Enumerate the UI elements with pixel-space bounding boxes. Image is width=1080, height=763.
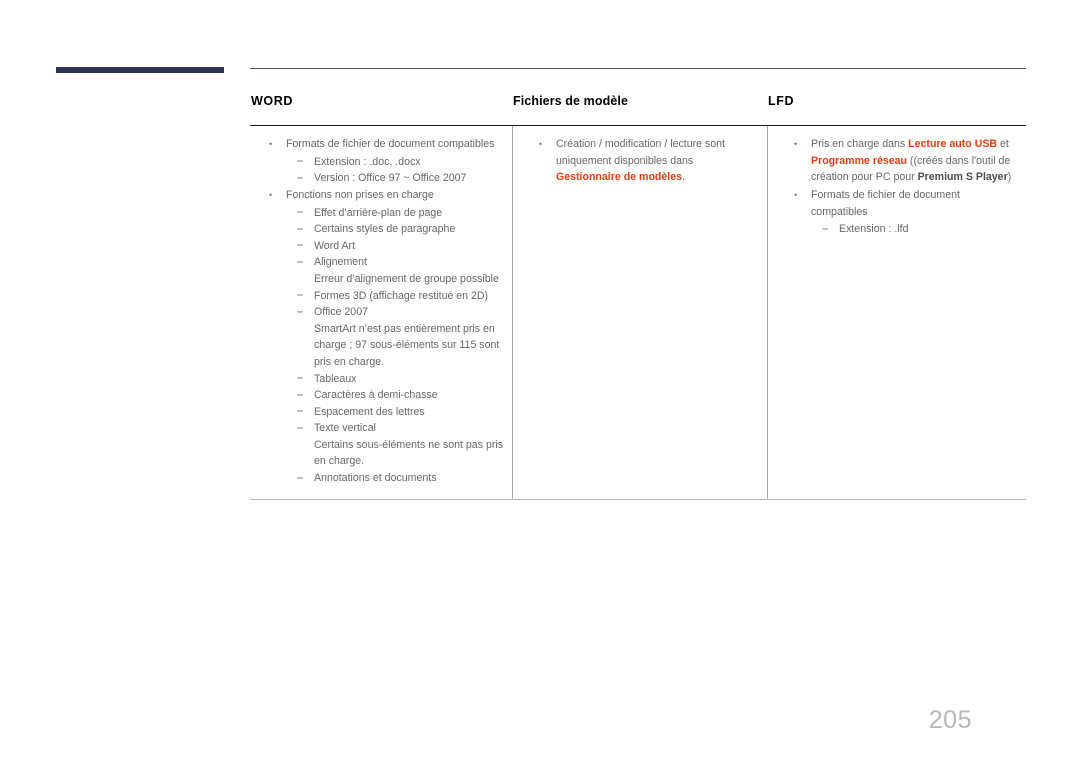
highlight-gestionnaire: Gestionnaire: [556, 171, 621, 184]
list-item-label: Formats de fichier de document compatibl…: [286, 138, 495, 151]
column-header-lfd: LFD: [767, 94, 1026, 109]
cell-word: • Formats de fichier de document compati…: [250, 126, 512, 498]
table-header-row: WORD Fichiers de modèle LFD: [250, 94, 1026, 125]
chapter-marker-bar: [56, 67, 224, 73]
dash-icon: –: [297, 421, 304, 434]
bullet-icon: •: [269, 189, 273, 200]
list-item: – Office 2007: [264, 304, 504, 321]
dash-icon: –: [822, 222, 829, 235]
list-item: – Certains styles de paragraphe: [264, 221, 504, 238]
list-item-label: Formes 3D (affichage restitué en 2D): [314, 289, 489, 302]
dash-icon: –: [297, 171, 304, 184]
dash-icon: –: [297, 305, 304, 318]
list-item-label: Tableaux: [314, 372, 357, 385]
list-item-label: Office 2007: [314, 306, 368, 319]
list-item: – Annotations et documents: [264, 470, 504, 487]
bullet-icon: •: [269, 139, 273, 150]
list-item-label: Fonctions non prises en charge: [286, 188, 434, 201]
highlight-lecture-auto-usb: Lecture auto USB: [908, 138, 998, 151]
highlight-de-modeles: de modèles: [623, 171, 683, 184]
dash-icon: –: [297, 206, 304, 219]
bullet-icon: •: [794, 139, 798, 150]
page-number: 205: [928, 706, 972, 734]
table-bottom-divider: [250, 498, 1026, 500]
list-item-label: Effet d’arrière-plan de page: [314, 206, 443, 219]
dash-icon: –: [297, 405, 304, 418]
list-item-note: Erreur d’alignement de groupe possible: [314, 272, 499, 285]
column-title-template-files: Fichiers de modèle: [513, 94, 629, 108]
bullet-icon: •: [794, 189, 798, 200]
list-item: – Caractères à demi-chasse: [264, 387, 504, 404]
list-item: • Pris en charge dans Lecture auto USB e…: [789, 136, 1018, 186]
list-item-label: Création / modification / lecture sont u…: [556, 138, 725, 183]
list-item: – Version : Office 97 ~ Office 2007: [264, 170, 504, 187]
text-line-1: Création / modification / lecture sont: [556, 138, 725, 151]
list-item: – Extension : .doc, .docx: [264, 154, 504, 171]
bullet-icon: •: [539, 139, 543, 150]
cell-template-files: • Création / modification / lecture sont…: [512, 126, 767, 499]
list-item: – Word Art: [264, 238, 504, 255]
text-et: et: [997, 138, 1009, 151]
list-item: – Tableaux: [264, 371, 504, 388]
list-item-label: Word Art: [314, 239, 356, 252]
text-prefix: Pris en charge dans: [811, 138, 909, 151]
list-item-label: Annotations et documents: [314, 472, 437, 485]
dash-icon: –: [297, 388, 304, 401]
column-header-template-files: Fichiers de modèle: [512, 94, 767, 109]
dash-icon: –: [297, 239, 304, 252]
cell-lfd: • Pris en charge dans Lecture auto USB e…: [767, 126, 1026, 499]
column-title-lfd: LFD: [768, 94, 795, 108]
text-line3-prefix: création pour PC pour: [811, 171, 918, 184]
list-item-label: Caractères à demi-chasse: [314, 389, 438, 402]
dash-icon: –: [297, 289, 304, 302]
text-line-2-prefix: uniquement disponibles dans: [556, 154, 694, 167]
text-period: .: [682, 171, 685, 184]
list-item: – Formes 3D (affichage restitué en 2D): [264, 288, 504, 305]
text-paren-open: ((créés dans l'outil de: [906, 154, 1011, 167]
dash-icon: –: [297, 372, 304, 384]
list-item: – Alignement: [264, 254, 504, 271]
compatibility-table: WORD Fichiers de modèle LFD • Formats de…: [250, 94, 1026, 500]
list-item: – Espacement des lettres: [264, 404, 504, 421]
list-item-label: Extension : .doc, .docx: [314, 155, 421, 168]
column-title-word: WORD: [251, 94, 293, 108]
list-item-note: SmartArt n’est pas entièrement pris en c…: [314, 322, 500, 368]
list-item-label: Extension : .lfd: [839, 223, 909, 236]
dash-icon: –: [297, 155, 304, 168]
list-item-label: Pris en charge dans Lecture auto USB et …: [811, 138, 1011, 183]
header-rule: [250, 68, 1026, 69]
list-item: – Texte vertical: [264, 420, 504, 437]
list-item-note: Certains sous-éléments ne sont pas pris …: [314, 438, 504, 468]
table-body-row: • Formats de fichier de document compati…: [250, 126, 1026, 499]
list-item: • Fonctions non prises en charge: [264, 187, 504, 204]
list-item-label: Version : Office 97 ~ Office 2007: [314, 172, 467, 185]
text-paren-close: ): [1007, 171, 1012, 184]
list-item: – Effet d’arrière-plan de page: [264, 205, 504, 222]
list-item: • Formats de fichier de document compati…: [789, 187, 1018, 220]
highlight-programme-reseau: Programme réseau: [811, 154, 907, 167]
column-header-word: WORD: [250, 94, 512, 109]
list-item: • Création / modification / lecture sont…: [534, 136, 757, 186]
dash-icon: –: [297, 222, 304, 235]
page-content: WORD Fichiers de modèle LFD • Formats de…: [250, 0, 1026, 763]
list-item-label: Texte vertical: [314, 422, 376, 435]
list-item-label: Formats de fichier de document compatibl…: [811, 188, 960, 218]
list-item: – Extension : .lfd: [789, 221, 1018, 238]
dash-icon: –: [297, 255, 304, 268]
list-item: • Formats de fichier de document compati…: [264, 136, 504, 153]
dash-icon: –: [297, 471, 304, 484]
list-item-label: Espacement des lettres: [314, 405, 425, 418]
list-item-label: Alignement: [314, 256, 367, 269]
list-item-label: Certains styles de paragraphe: [314, 223, 456, 236]
bold-premium-s-player: Premium S Player: [917, 171, 1008, 184]
